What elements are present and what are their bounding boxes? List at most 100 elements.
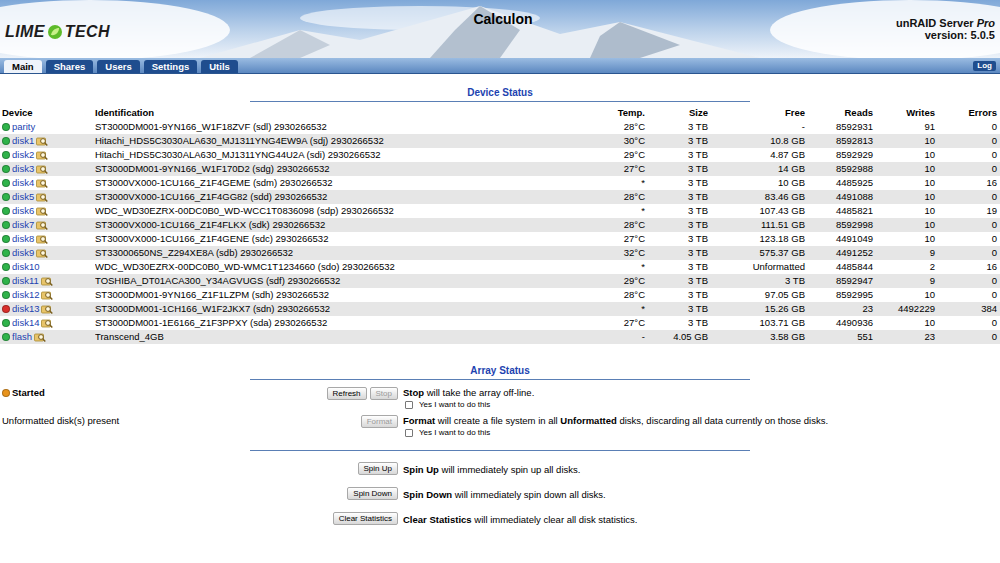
- browse-icon[interactable]: [36, 248, 48, 259]
- reads-cell: 4490936: [805, 316, 873, 330]
- size-cell: 3 TB: [645, 302, 708, 316]
- size-cell: 3 TB: [645, 148, 708, 162]
- temp-cell: 29°C: [590, 148, 645, 162]
- device-link[interactable]: disk11: [12, 274, 39, 288]
- confirm-checkbox[interactable]: Yes I want to do this: [403, 427, 828, 438]
- status-dot-icon: [2, 193, 10, 201]
- column-header: Identification: [95, 106, 590, 120]
- errors-cell: 0: [935, 190, 997, 204]
- array-button[interactable]: Format: [361, 415, 398, 428]
- free-cell: 103.71 GB: [708, 316, 805, 330]
- errors-cell: 0: [935, 330, 997, 344]
- column-header: Size: [645, 106, 708, 120]
- free-cell: Unformatted: [708, 260, 805, 274]
- identification: ST3000VX000-1CU166_Z1F4GG82 (sdd) 293026…: [95, 190, 590, 204]
- device-link[interactable]: disk4: [12, 176, 34, 190]
- free-cell: 14 GB: [708, 162, 805, 176]
- browse-icon[interactable]: [36, 192, 48, 203]
- device-link[interactable]: disk2: [12, 148, 34, 162]
- free-cell: -: [708, 120, 805, 134]
- confirm-checkbox[interactable]: Yes I want to do this: [403, 399, 534, 410]
- browse-icon[interactable]: [41, 290, 53, 301]
- reads-cell: 8592813: [805, 134, 873, 148]
- browse-icon[interactable]: [36, 220, 48, 231]
- device-link[interactable]: disk6: [12, 204, 34, 218]
- array-button[interactable]: Refresh: [327, 387, 367, 400]
- array-row: StartedRefreshStopStop will take the arr…: [0, 386, 1000, 410]
- action-button[interactable]: Clear Statistics: [333, 512, 398, 525]
- separator: [250, 450, 750, 451]
- device-link[interactable]: flash: [12, 330, 32, 344]
- size-cell: 3 TB: [645, 190, 708, 204]
- writes-cell: 10: [873, 288, 935, 302]
- log-button[interactable]: Log: [973, 61, 996, 71]
- table-row: disk11TOSHIBA_DT01ACA300_Y34AGVUGS (sdf)…: [0, 274, 1000, 288]
- column-header: Device: [2, 106, 95, 120]
- reads-cell: 8592998: [805, 218, 873, 232]
- errors-cell: 0: [935, 246, 997, 260]
- browse-icon[interactable]: [41, 304, 53, 315]
- table-row: disk3 ST3000DM001-9YN166_W1F170D2 (sdg) 2…: [0, 162, 1000, 176]
- status-dot-icon: [2, 165, 10, 173]
- browse-icon[interactable]: [41, 276, 53, 287]
- status-dot-icon: [2, 179, 10, 187]
- browse-icon[interactable]: [36, 178, 48, 189]
- status-dot-icon: [2, 389, 10, 397]
- errors-cell: 16: [935, 176, 997, 190]
- array-button[interactable]: Stop: [370, 387, 398, 400]
- status-dot-icon: [2, 221, 10, 229]
- device-link[interactable]: disk1: [12, 134, 34, 148]
- device-link[interactable]: disk14: [12, 316, 39, 330]
- device-link[interactable]: disk12: [12, 288, 39, 302]
- writes-cell: 2: [873, 260, 935, 274]
- tab[interactable]: Settings: [144, 60, 197, 73]
- errors-cell: 0: [935, 218, 997, 232]
- size-cell: 3 TB: [645, 134, 708, 148]
- device-link[interactable]: parity: [12, 120, 35, 134]
- browse-icon[interactable]: [36, 164, 48, 175]
- device-link[interactable]: disk3: [12, 162, 34, 176]
- device-link[interactable]: disk5: [12, 190, 34, 204]
- mountain-banner-icon: [0, 0, 1000, 58]
- browse-icon[interactable]: [36, 234, 48, 245]
- errors-cell: 0: [935, 134, 997, 148]
- tab[interactable]: Main: [4, 60, 42, 73]
- temp-cell: 30°C: [590, 134, 645, 148]
- identification: ST3000DM001-9YN166_Z1F1LZPM (sdh) 293026…: [95, 288, 590, 302]
- browse-icon[interactable]: [41, 318, 53, 329]
- tab[interactable]: Shares: [46, 60, 94, 73]
- status-dot-icon: [2, 291, 10, 299]
- browse-icon[interactable]: [36, 206, 48, 217]
- tab[interactable]: Users: [97, 60, 139, 73]
- reads-cell: 8592995: [805, 288, 873, 302]
- action-button[interactable]: Spin Down: [347, 487, 398, 500]
- writes-cell: 9: [873, 246, 935, 260]
- browse-icon[interactable]: [36, 150, 48, 161]
- size-cell: 3 TB: [645, 120, 708, 134]
- browse-icon[interactable]: [36, 136, 48, 147]
- device-link[interactable]: disk7: [12, 218, 34, 232]
- device-link[interactable]: disk9: [12, 246, 34, 260]
- device-link[interactable]: disk10: [12, 260, 39, 274]
- action-button[interactable]: Spin Up: [358, 462, 398, 475]
- reads-cell: 23: [805, 302, 873, 316]
- free-cell: 4.87 GB: [708, 148, 805, 162]
- size-cell: 3 TB: [645, 246, 708, 260]
- reads-cell: 4485844: [805, 260, 873, 274]
- writes-cell: 10: [873, 162, 935, 176]
- size-cell: 3 TB: [645, 218, 708, 232]
- identification: Transcend_4GB: [95, 330, 590, 344]
- writes-cell: 4492229: [873, 302, 935, 316]
- free-cell: 10.8 GB: [708, 134, 805, 148]
- tab[interactable]: Utils: [201, 60, 238, 73]
- browse-icon[interactable]: [34, 332, 46, 343]
- identification: ST3000DM001-9YN166_W1F170D2 (sdg) 293026…: [95, 162, 590, 176]
- lime-leaf-icon: [47, 24, 63, 40]
- device-link[interactable]: disk8: [12, 232, 34, 246]
- reads-cell: 4491049: [805, 232, 873, 246]
- checkbox[interactable]: [405, 429, 413, 437]
- status-dot-icon: [2, 263, 10, 271]
- identification: Hitachi_HDS5C3030ALA630_MJ1311YNG4EW9A (…: [95, 134, 590, 148]
- device-link[interactable]: disk13: [12, 302, 39, 316]
- checkbox[interactable]: [405, 401, 413, 409]
